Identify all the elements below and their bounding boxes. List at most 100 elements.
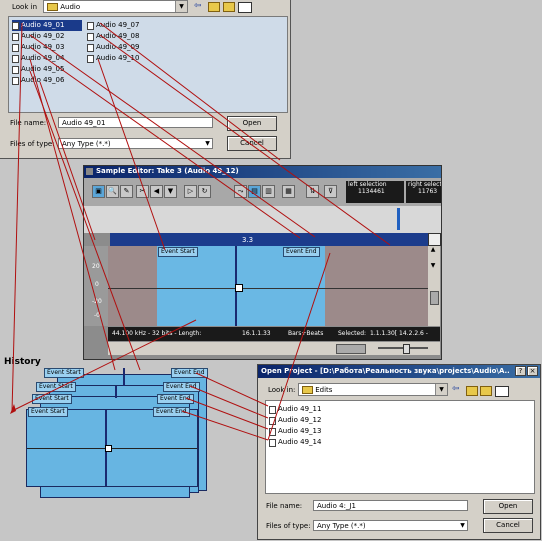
overview-strip[interactable] [84, 206, 441, 233]
scrub-icon[interactable]: ⤳ [234, 185, 247, 198]
file-item[interactable]: Audio 49_03 [12, 42, 82, 53]
view-menu-icon[interactable] [495, 386, 509, 397]
cancel-button[interactable]: Cancel [483, 518, 533, 533]
history-event-start: Event Start [32, 394, 72, 404]
file-item[interactable]: Audio 49_06 [12, 75, 82, 86]
zoom-slider-knob[interactable] [403, 344, 410, 354]
file-item[interactable]: Audio 49_07 [87, 20, 157, 31]
up-folder-icon[interactable] [208, 2, 220, 12]
look-in-combo[interactable]: Edits ▼ [298, 383, 448, 396]
new-folder-icon[interactable] [480, 386, 492, 396]
back-arrow-icon[interactable]: ⇦ [452, 384, 460, 394]
cut-tool-icon[interactable]: ✂ [136, 185, 149, 198]
audio-file-icon [269, 405, 276, 414]
file-item[interactable]: Audio 49_11 [269, 404, 349, 415]
ruler-marker: 3.3 [242, 236, 254, 244]
scale-label: 20 [92, 263, 100, 270]
filter-tool-icon[interactable]: ▼ [164, 185, 177, 198]
open-dialog-1: Look in Audio ▼ ⇦ Audio 49_01 Audio 49_0… [0, 0, 291, 159]
funnel-icon[interactable]: ⊽ [324, 185, 337, 198]
history-playhead-back [115, 386, 117, 398]
files-of-type-label: Files of type: [10, 140, 55, 148]
open-project-dialog: Open Project - [D:\Работа\Реальность зву… [257, 364, 541, 540]
files-of-type-select[interactable]: Any Type (*.*) ▼ [313, 520, 468, 531]
up-folder-icon[interactable] [466, 386, 478, 396]
right-selection-value: 11763 [418, 188, 438, 195]
file-name-label: File name: [10, 119, 47, 127]
scroll-down-icon[interactable]: ▼ [428, 262, 438, 270]
file-name-input[interactable]: Audio 4:_J1 [313, 500, 468, 511]
ruler[interactable]: 3.3 [110, 233, 428, 246]
file-item[interactable]: Audio 49_01 [12, 20, 82, 31]
waveform-handle[interactable] [235, 284, 243, 292]
close-button[interactable]: × [527, 366, 538, 376]
marker-icon[interactable]: ▥ [262, 185, 275, 198]
pencil-tool-icon[interactable]: ✎ [120, 185, 133, 198]
chevron-down-icon[interactable]: ▼ [203, 139, 212, 148]
look-in-combo[interactable]: Audio ▼ [43, 0, 188, 13]
back-arrow-icon[interactable]: ⇦ [194, 1, 202, 11]
history-handle[interactable] [105, 445, 112, 452]
file-item[interactable]: Audio 49_13 [269, 426, 349, 437]
file-name-input[interactable]: Audio 49_01 [58, 117, 213, 128]
scroll-thumb[interactable] [336, 344, 366, 354]
select-tool-icon[interactable]: ▣ [92, 185, 105, 198]
right-selection-label: right select [408, 181, 441, 188]
status-bar: 44.100 kHz - 32 bits - Length: 16.1.1.33… [108, 327, 440, 341]
vertical-scrollbar[interactable]: ▲ ▼ [428, 246, 440, 326]
history-event-start: Event Start [28, 407, 68, 417]
history-event-end: Event End [157, 394, 194, 404]
play-icon[interactable]: ▷ [184, 185, 197, 198]
file-item[interactable]: Audio 49_08 [87, 31, 157, 42]
status-selected-label: Selected: [338, 330, 367, 337]
view-menu-icon[interactable] [238, 2, 252, 13]
audio-file-icon [12, 21, 19, 30]
snap-icon[interactable]: ▤ [248, 185, 261, 198]
waveform-display[interactable]: Event Start Event End [108, 246, 428, 326]
zoom-tool-icon[interactable]: 🔍 [106, 185, 119, 198]
status-mode[interactable]: Bars+Beats [288, 330, 323, 337]
loop-icon[interactable]: ↻ [198, 185, 211, 198]
look-in-value: Audio [60, 3, 81, 11]
split-icon[interactable]: ⇅ [306, 185, 319, 198]
file-item[interactable]: Audio 49_10 [87, 53, 157, 64]
amplitude-scale: 20 0 -20 -0 [84, 246, 108, 326]
left-selection-value: 1134461 [358, 188, 385, 195]
file-item[interactable]: Audio 49_05 [12, 64, 82, 75]
overview-marker[interactable] [397, 208, 400, 230]
event-end-label[interactable]: Event End [283, 247, 320, 257]
file-name-label: File name: [266, 502, 303, 510]
cancel-button[interactable]: Cancel [227, 136, 277, 151]
file-item[interactable]: Audio 49_09 [87, 42, 157, 53]
speaker-tool-icon[interactable]: ◀ [150, 185, 163, 198]
file-item[interactable]: Audio 49_02 [12, 31, 82, 42]
help-button[interactable]: ? [515, 366, 526, 376]
chevron-down-icon[interactable]: ▼ [175, 1, 187, 12]
open-button[interactable]: Open [227, 116, 277, 131]
files-of-type-label: Files of type: [266, 522, 311, 530]
ruler-settings-icon[interactable] [428, 233, 441, 246]
history-card[interactable] [26, 409, 198, 487]
hitpoint-icon[interactable]: ▦ [282, 185, 295, 198]
look-in-value: Edits [315, 386, 333, 394]
look-in-label: Look in [12, 3, 38, 11]
event-start-label[interactable]: Event Start [158, 247, 198, 257]
new-folder-icon[interactable] [223, 2, 235, 12]
file-item[interactable]: Audio 49_12 [269, 415, 349, 426]
left-selection-box[interactable]: left selection 1134461 [346, 181, 404, 203]
files-of-type-select[interactable]: Any Type (*.*) ▼ [58, 138, 213, 149]
scroll-up-icon[interactable]: ▲ [428, 246, 438, 254]
open-button[interactable]: Open [483, 499, 533, 514]
zoom-slider-thumb[interactable] [430, 291, 439, 305]
sample-editor-window: Sample Editor: Take 3 (Audio 49_12) ▣ 🔍 … [83, 165, 442, 360]
file-column-1: Audio 49_01 Audio 49_02 Audio 49_03 Audi… [12, 20, 82, 86]
right-selection-box[interactable]: right select 11763 [406, 181, 441, 203]
window-icon [86, 168, 93, 175]
chevron-down-icon[interactable]: ▼ [458, 521, 467, 530]
open-project-titlebar: Open Project - [D:\Работа\Реальность зву… [258, 365, 540, 378]
chevron-down-icon[interactable]: ▼ [435, 384, 447, 395]
horizontal-scrollbar[interactable] [108, 342, 440, 355]
file-item[interactable]: Audio 49_14 [269, 437, 349, 448]
audio-file-icon [269, 427, 276, 436]
file-item[interactable]: Audio 49_04 [12, 53, 82, 64]
